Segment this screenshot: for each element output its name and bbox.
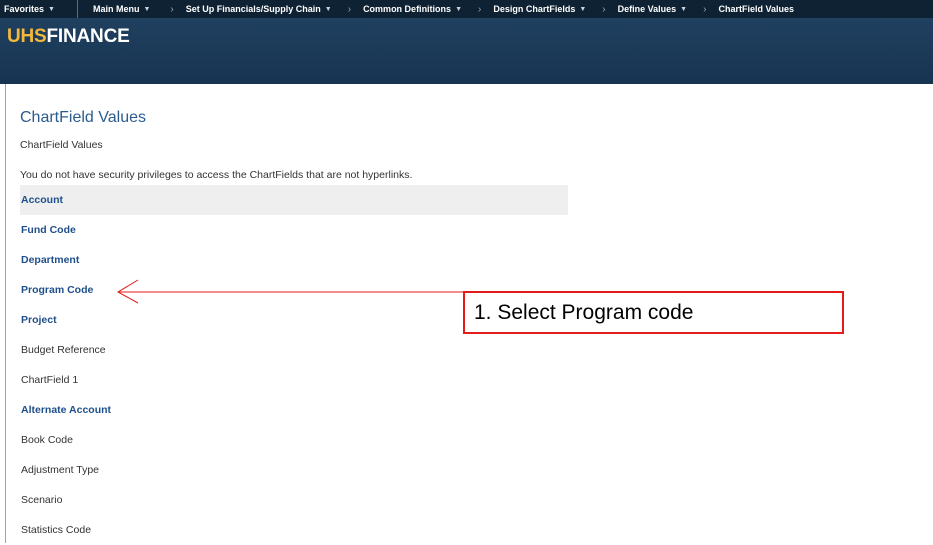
- page-title: ChartField Values: [20, 109, 146, 126]
- chartfield-item-book-code: Book Code: [21, 434, 73, 446]
- chartfield-item-statistics-code: Statistics Code: [21, 524, 92, 536]
- security-notice: You do not have security privileges to a…: [20, 169, 413, 181]
- chevron-down-icon: ▼: [324, 5, 332, 13]
- chevron-down-icon: ▼: [48, 5, 55, 13]
- breadcrumb-separator-icon: ›: [602, 3, 606, 15]
- chevron-down-icon: ▼: [455, 5, 462, 13]
- favorites-menu[interactable]: Favorites ▼: [0, 0, 78, 18]
- breadcrumb-label: ChartField Values: [718, 4, 794, 14]
- chartfield-list: Account Fund Code Department Program Code Pr…: [20, 185, 568, 545]
- breadcrumb-label: Set Up Financials/Supply Chain: [185, 4, 321, 14]
- breadcrumb-design-chartfields[interactable]: Design ChartFields ▼: [489, 0, 592, 18]
- breadcrumb-label: Common Definitions: [363, 4, 452, 14]
- breadcrumb-set-up-financials[interactable]: Set Up Financials/Supply Chain ▼: [182, 0, 338, 18]
- page-breadcrumb: ChartField Values: [20, 139, 103, 151]
- header-banner: [0, 18, 933, 84]
- breadcrumb-common-definitions[interactable]: Common Definitions ▼: [359, 0, 468, 18]
- breadcrumb-label: Design ChartFields: [493, 4, 576, 14]
- breadcrumb-label: Define Values: [617, 4, 677, 14]
- breadcrumb-chartfield-values[interactable]: ChartField Values: [714, 0, 800, 18]
- left-frame-divider: [5, 84, 6, 543]
- main-menu[interactable]: Main Menu ▼: [78, 0, 160, 18]
- chartfield-link-fund-code[interactable]: Fund Code: [20, 215, 568, 245]
- chartfield-link-department[interactable]: Department: [20, 245, 568, 275]
- chevron-down-icon: ▼: [680, 5, 688, 13]
- logo-suffix: FINANCE: [46, 26, 130, 47]
- top-navigation-bar: Favorites ▼ Main Menu ▼ › Set Up Financial…: [0, 0, 933, 18]
- chartfield-item-adjustment-type: Adjustment Type: [21, 464, 100, 476]
- annotation-callout: 1. Select Program code: [463, 291, 844, 334]
- chartfield-item-scenario: Scenario: [21, 494, 63, 506]
- chartfield-item-budget-reference: Budget Reference: [21, 344, 106, 356]
- breadcrumb-separator-icon: ›: [478, 3, 482, 15]
- breadcrumb-separator-icon: ›: [347, 3, 352, 15]
- breadcrumb-separator-icon: ›: [170, 3, 174, 15]
- chevron-down-icon: ▼: [579, 5, 587, 13]
- favorites-label: Favorites: [4, 4, 45, 14]
- chartfield-item-chartfield-1: ChartField 1: [21, 374, 79, 386]
- logo-prefix: UHS: [7, 26, 47, 47]
- chartfield-link-alternate-account[interactable]: Alternate Account: [20, 395, 568, 425]
- chevron-down-icon: ▼: [143, 5, 151, 13]
- main-menu-label: Main Menu: [92, 4, 140, 14]
- breadcrumb-separator-icon: ›: [703, 3, 707, 15]
- chartfield-link-account[interactable]: Account: [20, 185, 568, 215]
- uhs-finance-logo: UHSFINANCE: [7, 26, 130, 48]
- breadcrumb-define-values[interactable]: Define Values ▼: [614, 0, 693, 18]
